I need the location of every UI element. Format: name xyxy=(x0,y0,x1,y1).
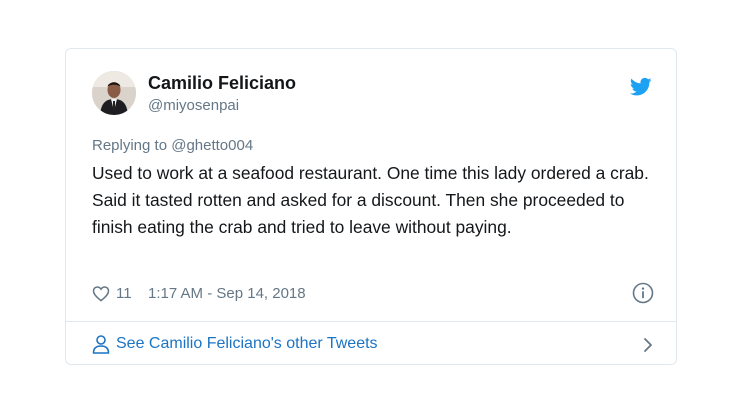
tweet-card: Camilio Feliciano @miyosenpai Replying t… xyxy=(65,48,677,365)
avatar[interactable] xyxy=(92,71,136,115)
author-handle[interactable]: @miyosenpai xyxy=(148,97,239,114)
see-other-tweets-label[interactable]: See Camilio Feliciano's other Tweets xyxy=(116,335,378,353)
twitter-bird-icon[interactable] xyxy=(630,77,652,97)
heart-icon[interactable] xyxy=(92,285,110,302)
timestamp[interactable]: 1:17 AM - Sep 14, 2018 xyxy=(148,285,306,302)
see-other-tweets-link[interactable]: See Camilio Feliciano's other Tweets xyxy=(92,332,654,358)
tweet-meta: 11 1:17 AM - Sep 14, 2018 xyxy=(92,282,654,306)
tweet-header: Camilio Feliciano @miyosenpai xyxy=(92,71,654,121)
info-icon[interactable] xyxy=(632,282,654,304)
replying-to[interactable]: Replying to @ghetto004 xyxy=(92,137,253,154)
divider xyxy=(66,321,676,322)
person-icon xyxy=(92,335,110,354)
like-count: 11 xyxy=(116,285,132,302)
tweet-text: Used to work at a seafood restaurant. On… xyxy=(92,163,649,237)
author-name[interactable]: Camilio Feliciano xyxy=(148,73,296,94)
chevron-right-icon[interactable] xyxy=(642,336,654,354)
